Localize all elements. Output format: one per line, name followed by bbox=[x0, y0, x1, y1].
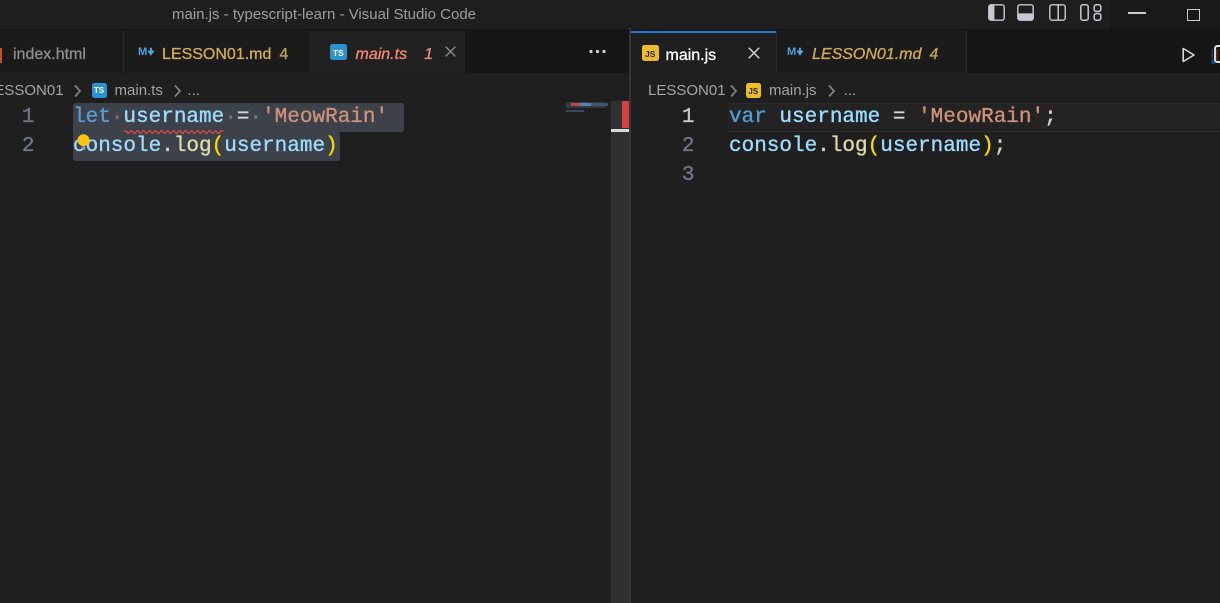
svg-text:M: M bbox=[138, 46, 147, 58]
svg-text:M: M bbox=[787, 46, 796, 58]
